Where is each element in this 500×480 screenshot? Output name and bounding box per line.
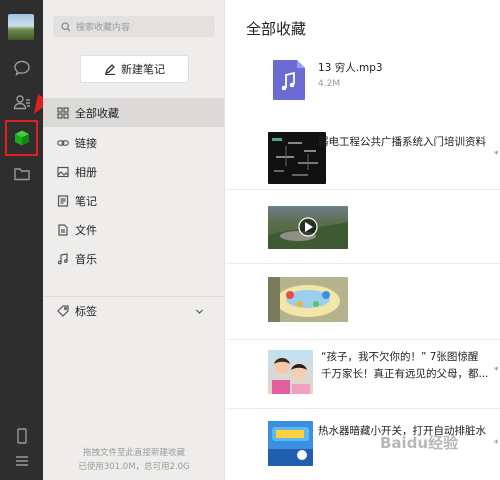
nav-item-label: 笔记 — [75, 194, 97, 208]
green-cube-icon — [14, 130, 29, 146]
favorites-content: 全部收藏 13 穷人.mp3 4.2M 弱电工程公共广播系统入门培训资料 * “… — [226, 0, 500, 480]
favorites-nav-button[interactable] — [5, 120, 38, 156]
folder-nav-button[interactable] — [0, 160, 43, 188]
note-icon — [57, 194, 69, 207]
item-title-line-2: 千万家长！真正有远见的父母，都... — [321, 368, 489, 380]
nav-item-label: 全部收藏 — [75, 106, 119, 120]
search-placeholder: 搜索收藏内容 — [76, 23, 131, 33]
item-thumbnail — [268, 421, 313, 466]
nav-item-links[interactable]: 链接 — [43, 128, 224, 157]
menu-button[interactable] — [0, 447, 43, 475]
contacts-icon — [13, 95, 30, 110]
search-input[interactable]: 搜索收藏内容 — [53, 16, 215, 37]
file-icon — [58, 223, 68, 236]
nav-item-label: 音乐 — [75, 252, 97, 266]
storage-usage-text: 已使用301.0M，总可用2.0G — [78, 462, 190, 472]
nav-item-label: 文件 — [75, 223, 97, 237]
phone-button[interactable] — [0, 422, 43, 450]
favorites-sidebar: 搜索收藏内容 新建笔记 全部收藏 链接 相册 笔记 文件 音乐 标签 拖拽文件至… — [43, 0, 225, 480]
chevron-down-icon[interactable] — [195, 307, 204, 316]
nav-item-album[interactable]: 相册 — [43, 157, 224, 186]
nav-item-notes[interactable]: 笔记 — [43, 186, 224, 215]
more-indicator: * — [494, 439, 499, 449]
nav-item-tags[interactable]: 标签 — [43, 296, 224, 325]
list-item[interactable]: 13 穷人.mp3 4.2M — [226, 48, 500, 118]
tag-icon — [57, 305, 69, 317]
phone-icon — [16, 428, 27, 444]
drop-hint-text: 拖拽文件至此直接新建收藏 — [82, 448, 185, 458]
item-size: 4.2M — [318, 79, 341, 89]
chat-bubble-icon — [13, 60, 30, 76]
item-title: 13 穷人.mp3 — [318, 62, 383, 74]
nav-item-label: 相册 — [75, 165, 97, 179]
search-icon — [61, 21, 71, 31]
video-thumbnail — [268, 206, 348, 249]
nav-item-all-favorites[interactable]: 全部收藏 — [43, 98, 224, 127]
list-item[interactable]: 热水器暗藏小开关，打开自动排脏水 * — [226, 409, 500, 480]
hamburger-menu-icon — [15, 456, 28, 466]
nav-item-music[interactable]: 音乐 — [43, 244, 224, 273]
pencil-icon — [104, 64, 115, 75]
avatar[interactable] — [8, 14, 34, 40]
music-icon — [57, 252, 68, 264]
more-indicator: * — [494, 150, 499, 160]
item-title-line-1: “孩子，我不欠你的！” 7张图惊醒 — [321, 351, 479, 363]
image-thumbnail — [268, 277, 348, 322]
more-indicator: * — [494, 366, 499, 376]
list-item[interactable] — [226, 264, 500, 340]
item-thumbnail — [268, 350, 313, 394]
list-item[interactable]: 弱电工程公共广播系统入门培训资料 * — [226, 118, 500, 190]
grid-icon — [57, 106, 69, 119]
link-icon — [57, 139, 69, 146]
folder-icon — [13, 168, 30, 181]
chat-nav-button[interactable] — [0, 54, 43, 82]
watermark: Baidu经验 — [380, 434, 459, 452]
list-item[interactable] — [226, 190, 500, 264]
list-item[interactable]: “孩子，我不欠你的！” 7张图惊醒 千万家长！真正有远见的父母，都... * — [226, 340, 500, 409]
item-title: 弱电工程公共广播系统入门培训资料 — [318, 136, 486, 148]
contacts-nav-button[interactable] — [0, 88, 43, 116]
nav-item-label: 标签 — [75, 305, 97, 318]
page-title: 全部收藏 — [246, 20, 307, 38]
nav-item-files[interactable]: 文件 — [43, 215, 224, 244]
music-file-icon — [273, 60, 305, 100]
nav-item-label: 链接 — [75, 136, 97, 150]
new-note-button[interactable]: 新建笔记 — [80, 55, 189, 83]
new-note-label: 新建笔记 — [121, 63, 165, 76]
image-icon — [57, 166, 69, 177]
left-rail — [0, 0, 43, 480]
